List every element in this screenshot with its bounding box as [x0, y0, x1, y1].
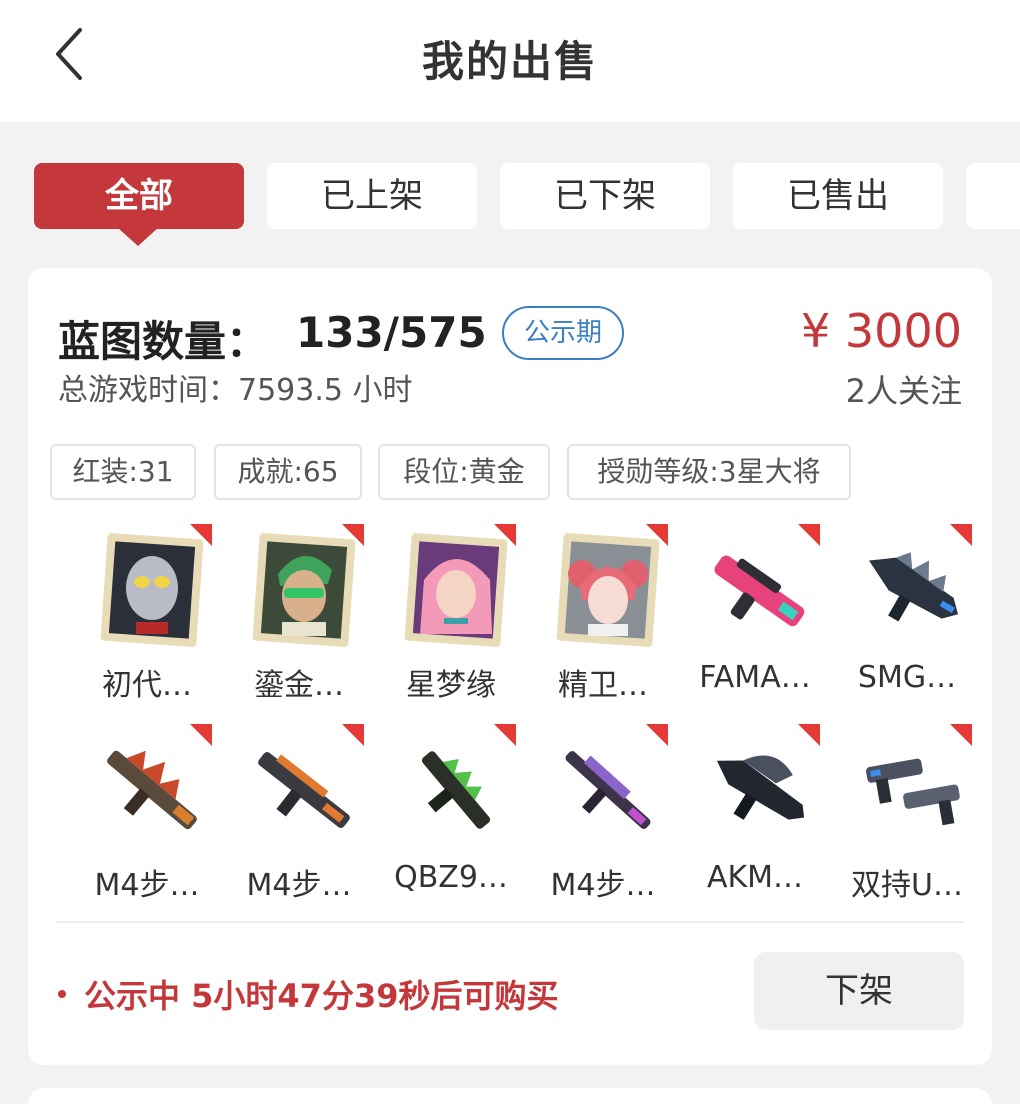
price: ¥ 3000 [801, 304, 962, 358]
corner-flag-icon [646, 724, 668, 746]
list-item[interactable]: FAMA… [680, 524, 830, 710]
notice-dot-icon [58, 990, 66, 998]
weapon-rifle-orange-icon [258, 752, 350, 828]
next-listing-card[interactable] [28, 1088, 992, 1104]
corner-flag-icon [646, 524, 668, 546]
corner-flag-icon [342, 724, 364, 746]
tag-red-gear: 红装:31 [50, 444, 196, 500]
corner-flag-icon [950, 524, 972, 546]
item-name: FAMA… [699, 660, 811, 695]
delist-button[interactable]: 下架 [754, 952, 964, 1030]
character-portrait-red-hair-icon [556, 533, 660, 647]
weapon-rifle-dragon-icon [107, 750, 197, 830]
list-item[interactable]: 鎏金… [224, 524, 374, 710]
list-item[interactable]: 初代… [72, 524, 222, 710]
corner-flag-icon [494, 524, 516, 546]
blueprint-count: 133/575 [296, 308, 487, 357]
weapon-smg-dragon-icon [868, 552, 959, 622]
item-name: 初代… [102, 668, 192, 703]
list-item[interactable]: SMG… [832, 524, 982, 710]
item-name: M4步… [246, 868, 352, 903]
blueprint-label: 蓝图数量： [58, 317, 269, 366]
weapon-dual-pistols-icon [866, 758, 960, 826]
item-name: 精卫… [558, 668, 648, 703]
divider [56, 921, 964, 923]
playtime: 总游戏时间：7593.5 小时 [58, 373, 413, 408]
corner-flag-icon [798, 524, 820, 546]
list-item[interactable]: 星梦缘 [376, 524, 526, 710]
item-name: M4步… [94, 868, 200, 903]
corner-flag-icon [798, 724, 820, 746]
item-name: SMG… [857, 660, 957, 695]
weapon-rifle-green-icon [421, 751, 491, 829]
list-item[interactable]: 双持U… [832, 724, 982, 910]
tag-achievement: 成就:65 [214, 444, 362, 500]
list-item[interactable]: M4步… [528, 724, 678, 910]
status-tabs: 全部 已上架 已下架 已售出 已 [0, 163, 1020, 253]
corner-flag-icon [494, 724, 516, 746]
tab-delisted[interactable]: 已下架 [500, 163, 710, 229]
followers-count: 2人关注 [845, 372, 962, 410]
weapon-rifle-dark-icon [716, 755, 805, 820]
tab-sold[interactable]: 已售出 [733, 163, 943, 229]
item-name: AKM… [706, 860, 804, 895]
corner-flag-icon [342, 524, 364, 546]
publicity-countdown: 公示中 5小时47分39秒后可购买 [84, 977, 559, 1015]
corner-flag-icon [190, 724, 212, 746]
item-name: M4步… [550, 868, 656, 903]
item-name: 星梦缘 [406, 668, 496, 703]
tag-list: 红装:31 成就:65 段位:黄金 授勋等级:3星大将 [50, 444, 970, 500]
list-item[interactable]: 精卫… [528, 524, 678, 710]
weapon-rifle-pink-icon [714, 555, 805, 627]
character-portrait-ultraman-icon [100, 533, 204, 647]
status-badge: 公示期 [502, 306, 624, 360]
item-name: 双持U… [851, 868, 963, 903]
page-title: 我的出售 [421, 37, 598, 86]
character-portrait-pink-hair-icon [404, 533, 508, 647]
corner-flag-icon [950, 724, 972, 746]
list-item[interactable]: M4步… [224, 724, 374, 910]
tag-medal-level: 授勋等级:3星大将 [567, 444, 851, 500]
header-bar: 我的出售 [0, 0, 1020, 122]
tab-more[interactable]: 已 [966, 163, 1020, 229]
tab-all[interactable]: 全部 [34, 163, 244, 229]
list-item[interactable]: M4步… [72, 724, 222, 910]
listing-card[interactable]: 蓝图数量： 133/575 公示期 ¥ 3000 总游戏时间：7593.5 小时… [28, 268, 992, 1065]
weapon-rifle-purple-icon [565, 751, 651, 829]
tag-rank: 段位:黄金 [378, 444, 550, 500]
item-name: QBZ9… [394, 860, 508, 895]
corner-flag-icon [190, 524, 212, 546]
list-item[interactable]: QBZ9… [376, 724, 526, 910]
list-item[interactable]: AKM… [680, 724, 830, 910]
item-name: 鎏金… [254, 668, 344, 703]
tab-listed[interactable]: 已上架 [267, 163, 477, 229]
character-portrait-green-hair-icon [252, 533, 356, 647]
active-tab-pointer [118, 228, 158, 246]
